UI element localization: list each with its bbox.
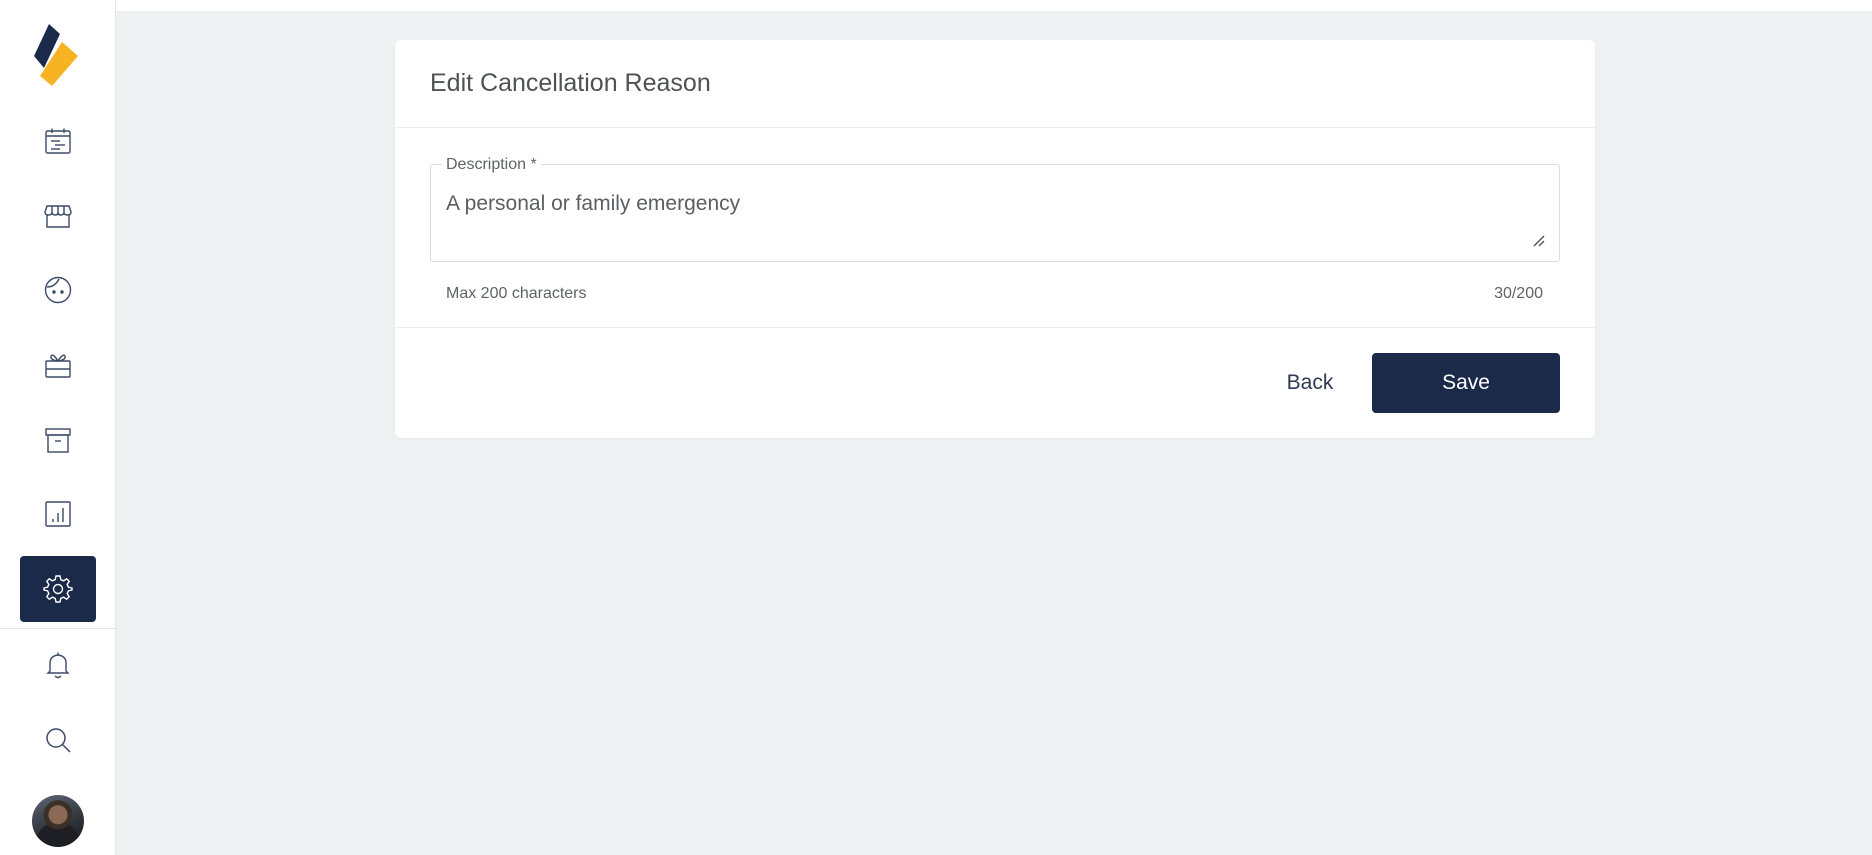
description-value[interactable]: A personal or family emergency bbox=[446, 192, 740, 216]
search-icon bbox=[46, 728, 71, 753]
sidebar-item-clients[interactable] bbox=[20, 257, 96, 323]
sidebar-item-gifts[interactable] bbox=[20, 332, 96, 398]
description-label: Description * bbox=[442, 156, 541, 174]
bar-chart-icon bbox=[45, 501, 71, 527]
description-field[interactable]: Description * A personal or family emerg… bbox=[430, 156, 1560, 262]
gear-icon bbox=[43, 575, 73, 603]
sidebar-item-calendar[interactable] bbox=[20, 108, 96, 174]
resize-handle-icon[interactable] bbox=[1532, 234, 1546, 248]
sidebar-item-reports[interactable] bbox=[20, 481, 96, 547]
calendar-list-icon bbox=[45, 128, 71, 154]
sidebar-item-notifications[interactable] bbox=[20, 632, 96, 698]
app-logo[interactable] bbox=[32, 24, 82, 88]
card-header: Edit Cancellation Reason bbox=[395, 40, 1595, 128]
sidebar-item-archive[interactable] bbox=[20, 407, 96, 473]
gift-icon bbox=[45, 354, 71, 378]
char-counter: 30/200 bbox=[1494, 285, 1543, 302]
bell-icon bbox=[46, 652, 70, 679]
save-button[interactable]: Save bbox=[1372, 353, 1560, 413]
storefront-icon bbox=[44, 205, 72, 228]
card-body: Description * A personal or family emerg… bbox=[395, 128, 1595, 328]
sidebar-divider bbox=[0, 628, 116, 629]
card-footer: Back Save bbox=[395, 328, 1595, 437]
sidebar bbox=[0, 0, 116, 855]
user-avatar[interactable] bbox=[32, 795, 84, 847]
edit-cancellation-reason-card: Edit Cancellation Reason Description * A… bbox=[395, 40, 1595, 438]
archive-icon bbox=[45, 428, 71, 453]
top-strip bbox=[0, 0, 1872, 11]
sidebar-item-store[interactable] bbox=[20, 182, 96, 248]
sidebar-item-search[interactable] bbox=[20, 707, 96, 773]
back-button[interactable]: Back bbox=[1255, 353, 1365, 413]
helper-text: Max 200 characters bbox=[446, 285, 587, 302]
sidebar-item-settings[interactable] bbox=[20, 556, 96, 622]
page-title: Edit Cancellation Reason bbox=[430, 69, 711, 97]
face-icon bbox=[44, 276, 72, 304]
